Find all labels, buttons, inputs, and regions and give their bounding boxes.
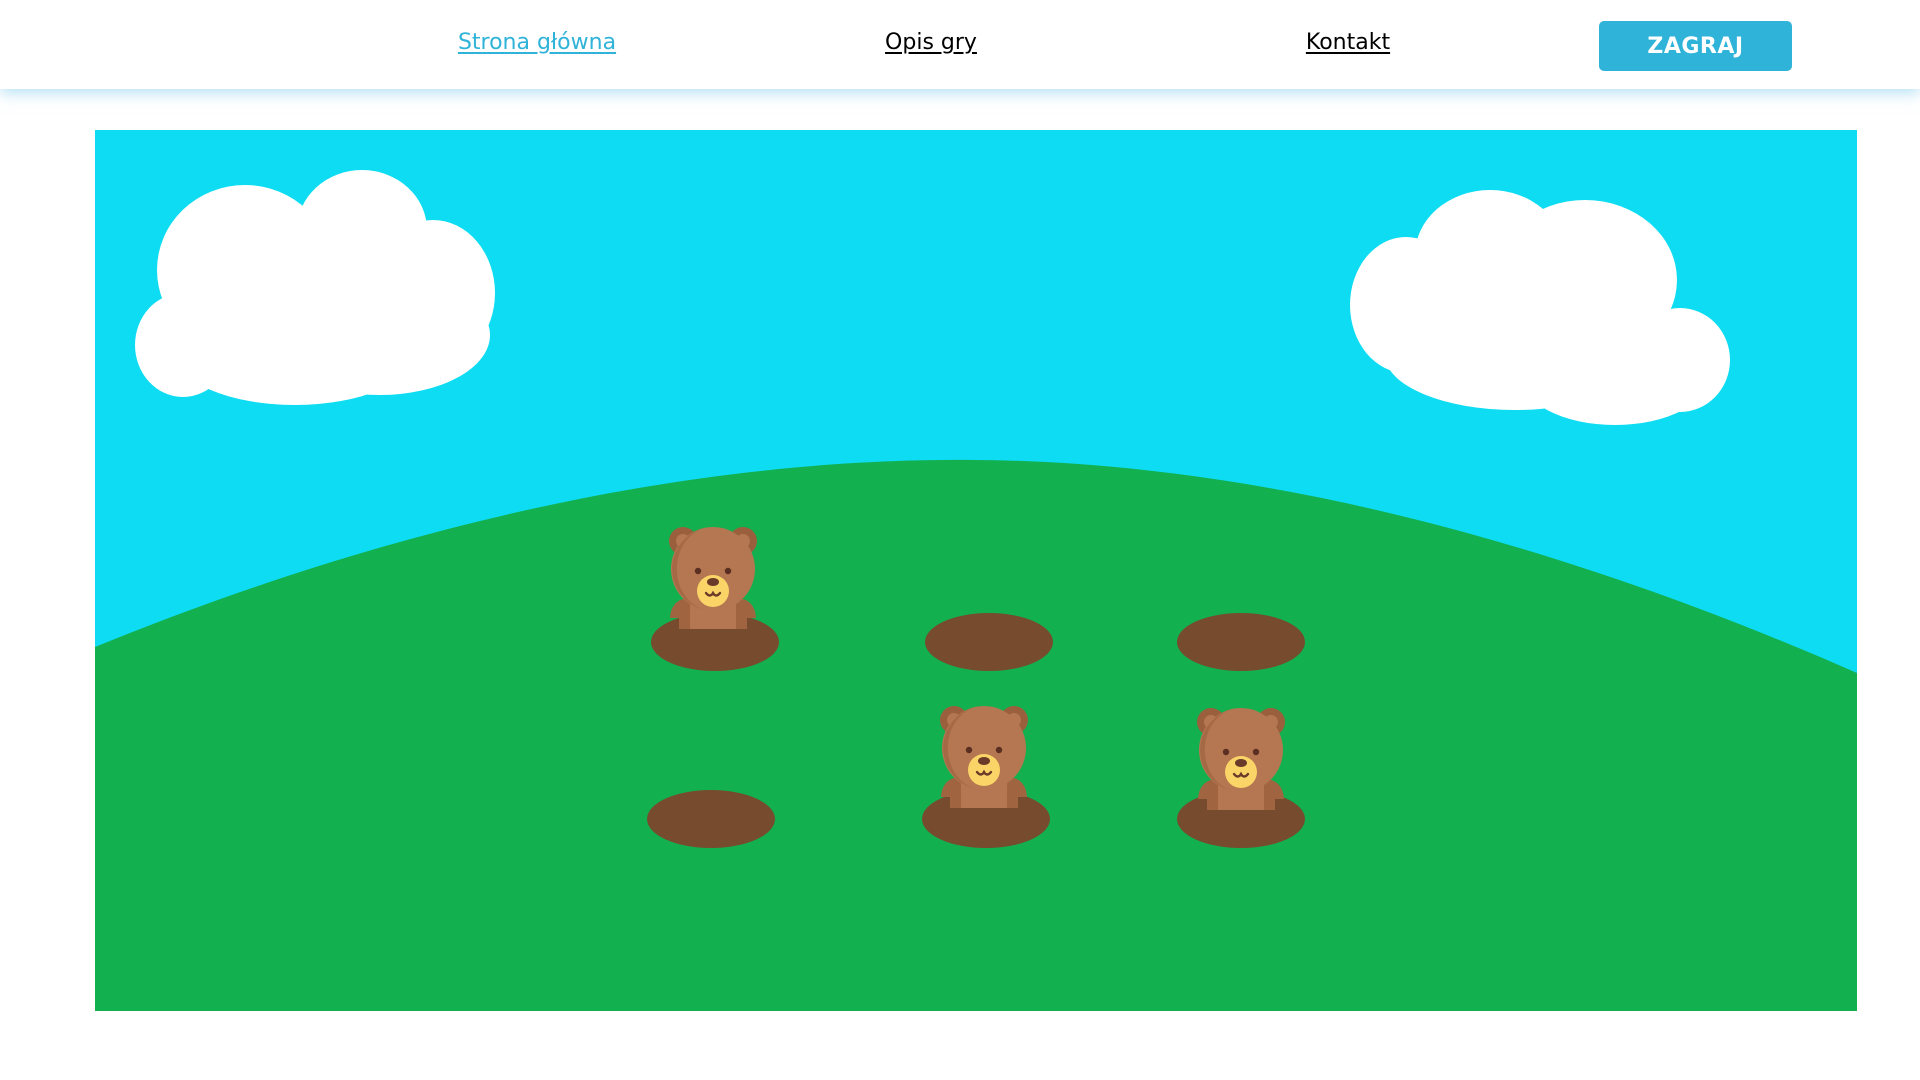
- bear-icon[interactable]: [938, 704, 1030, 810]
- hole-row1-col2[interactable]: [925, 613, 1053, 671]
- bear-icon[interactable]: [1195, 706, 1287, 812]
- hole-row2-col1[interactable]: [647, 790, 775, 848]
- nav-link-game-description[interactable]: Opis gry: [885, 30, 977, 55]
- game-scene: [95, 130, 1857, 1011]
- nav-link-contact[interactable]: Kontakt: [1306, 30, 1390, 55]
- hole-row1-col3[interactable]: [1177, 613, 1305, 671]
- play-button[interactable]: ZAGRAJ: [1599, 21, 1792, 71]
- nav-link-home[interactable]: Strona główna: [458, 30, 616, 55]
- top-navigation-bar: Strona główna Opis gry Kontakt ZAGRAJ: [0, 0, 1920, 89]
- game-board: [95, 130, 1857, 1011]
- bear-icon[interactable]: [667, 525, 759, 631]
